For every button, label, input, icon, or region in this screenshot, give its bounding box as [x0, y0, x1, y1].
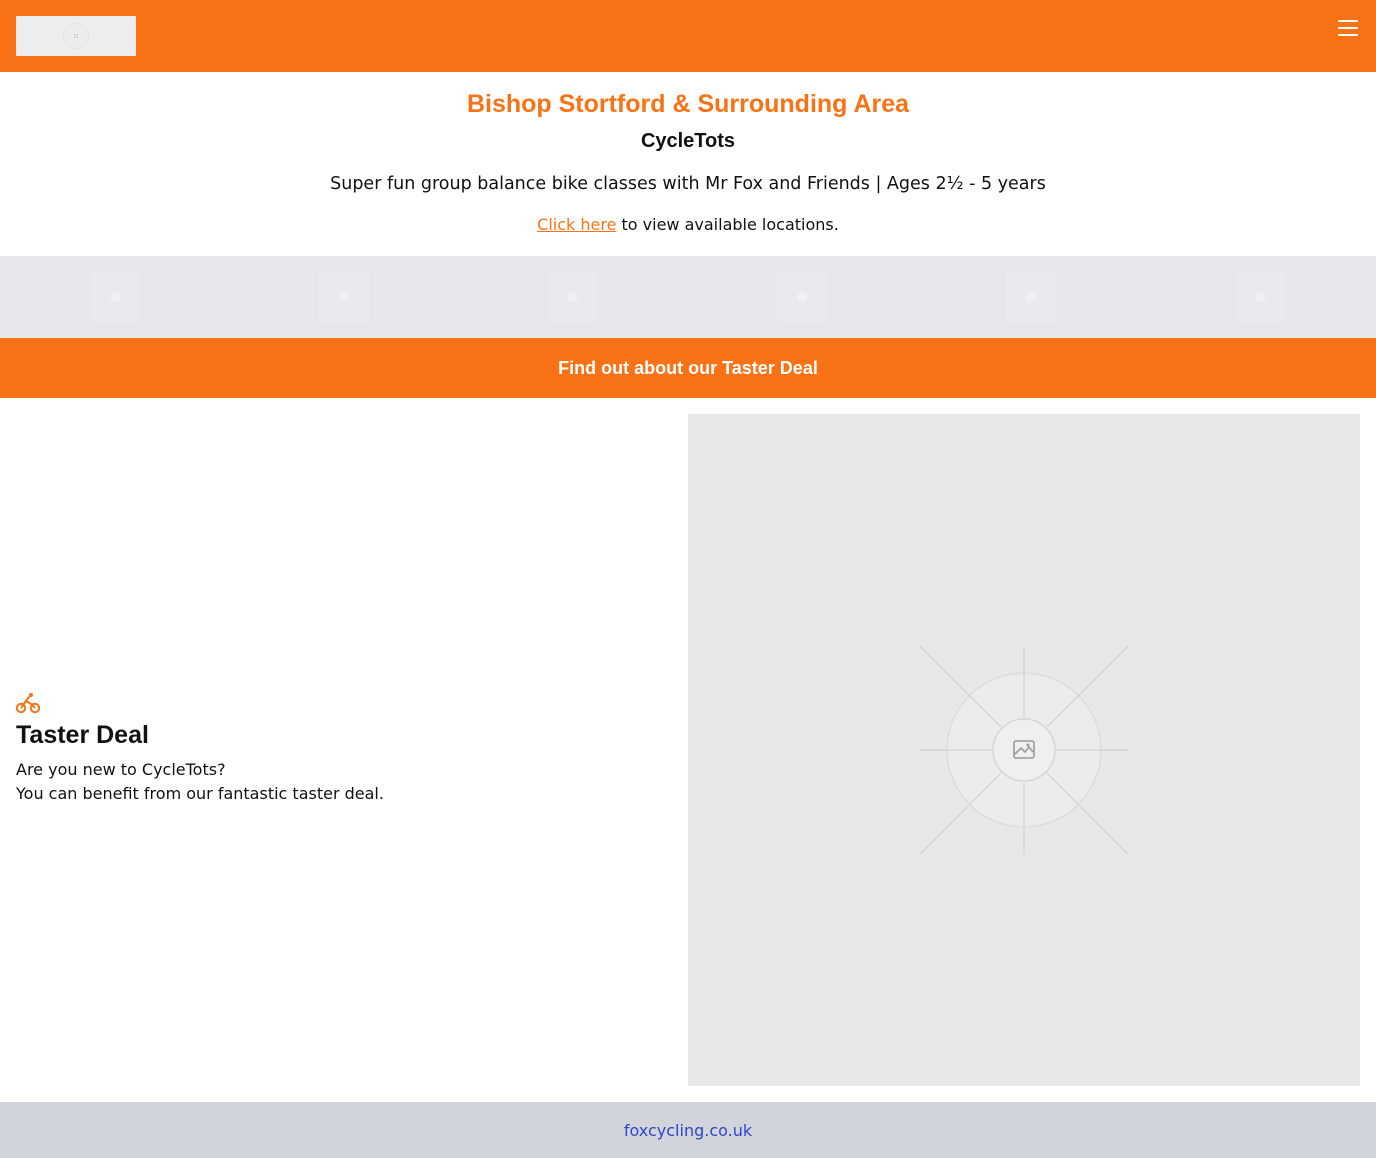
image-placeholder-icon	[568, 292, 578, 302]
partner-logo[interactable]	[1236, 272, 1286, 322]
site-header	[0, 0, 1376, 72]
image-placeholder-icon	[63, 23, 89, 49]
image-placeholder-icon	[110, 292, 120, 302]
taster-deal-text: Taster Deal Are you new to CycleTots? Yo…	[16, 692, 656, 806]
locations-text: Click here to view available locations.	[0, 214, 1376, 236]
image-placeholder-icon	[797, 292, 807, 302]
taster-deal-cta-label: Find out about our Taster Deal	[558, 357, 818, 378]
partner-logo[interactable]	[548, 272, 598, 322]
taster-deal-image	[688, 414, 1360, 1086]
tagline: Super fun group balance bike classes wit…	[330, 174, 1046, 194]
image-placeholder-icon	[1256, 292, 1266, 302]
taster-deal-title: Taster Deal	[16, 721, 149, 749]
image-placeholder-icon	[919, 645, 1129, 855]
taster-deal-line: You can benefit from our fantastic taste…	[16, 784, 384, 803]
taster-deal-cta[interactable]: Find out about our Taster Deal	[0, 338, 1376, 398]
partner-logo[interactable]	[777, 272, 827, 322]
area-title: Bishop Stortford & Surrounding Area	[466, 90, 910, 118]
partner-logo[interactable]	[319, 272, 369, 322]
intro-section: Bishop Stortford & Surrounding Area Cycl…	[0, 72, 1376, 256]
image-placeholder-icon	[339, 292, 349, 302]
brand-name: CycleTots	[640, 130, 736, 152]
partner-logos-strip	[0, 256, 1376, 338]
locations-suffix: to view available locations.	[616, 215, 839, 234]
taster-deal-section: Taster Deal Are you new to CycleTots? Yo…	[0, 398, 1376, 1102]
hamburger-menu-icon[interactable]	[1338, 20, 1358, 36]
partner-logo[interactable]	[1006, 272, 1056, 322]
site-footer: foxcycling.co.uk	[0, 1102, 1376, 1158]
site-logo[interactable]	[16, 16, 136, 56]
footer-link[interactable]: foxcycling.co.uk	[624, 1121, 752, 1140]
partner-logo[interactable]	[90, 272, 140, 322]
bicycle-icon	[16, 693, 40, 714]
image-placeholder-icon	[1026, 292, 1036, 302]
taster-deal-line: Are you new to CycleTots?	[16, 760, 226, 779]
locations-link[interactable]: Click here	[537, 215, 616, 234]
